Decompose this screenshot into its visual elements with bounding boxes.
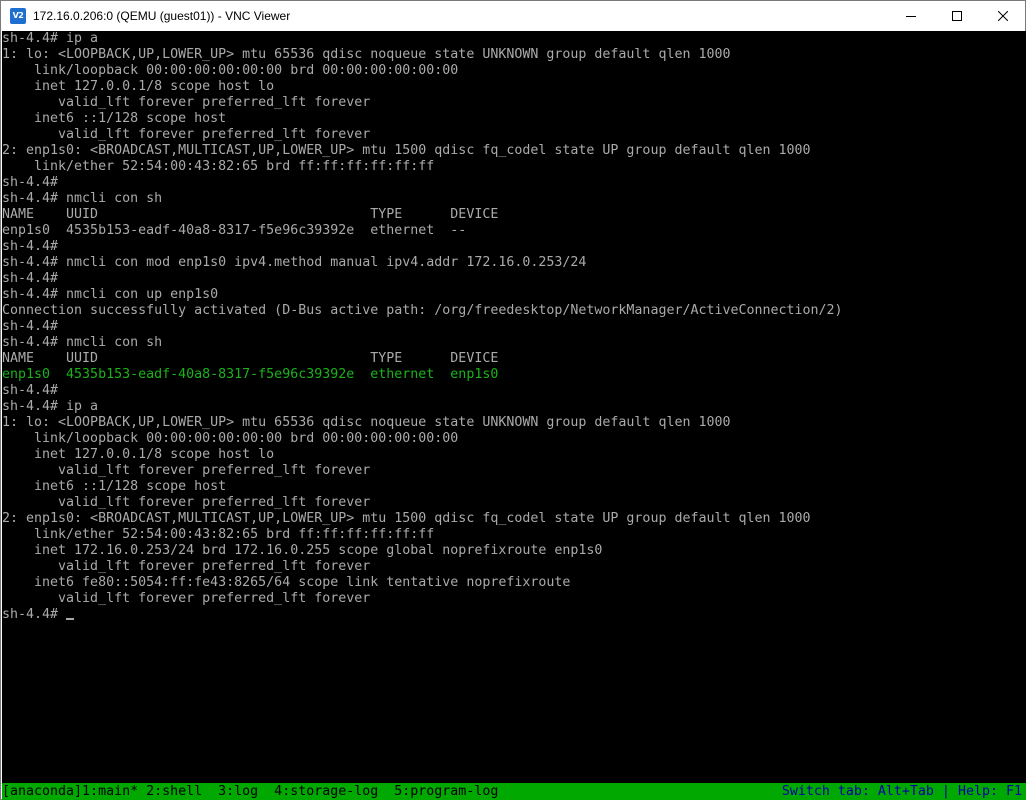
maximize-icon [952, 11, 962, 21]
terminal-line: 1: lo: <LOOPBACK,UP,LOWER_UP> mtu 65536 … [2, 415, 843, 431]
maximize-button[interactable] [934, 1, 980, 31]
terminal-line: enp1s0 4535b153-eadf-40a8-8317-f5e96c393… [2, 367, 843, 383]
remote-terminal-screen[interactable]: sh-4.4# ip a 1: lo: <LOOPBACK,UP,LOWER_UP… [2, 31, 1026, 800]
terminal-output: sh-4.4# ip a 1: lo: <LOOPBACK,UP,LOWER_UP… [2, 31, 843, 623]
terminal-line-text: link/ether 52:54:00:43:82:65 brd ff:ff:f… [2, 527, 435, 542]
close-icon [998, 11, 1008, 21]
status-tabs: [anaconda]1:main* 2:shell 3:log 4:storag… [2, 784, 499, 799]
terminal-line-text: sh-4.4# [2, 271, 59, 286]
terminal-line: link/ether 52:54:00:43:82:65 brd ff:ff:f… [2, 527, 843, 543]
terminal-line: link/loopback 00:00:00:00:00:00 brd 00:0… [2, 431, 843, 447]
terminal-line-text: valid_lft forever preferred_lft forever [2, 495, 371, 510]
terminal-line: inet 127.0.0.1/8 scope host lo [2, 447, 843, 463]
terminal-line-text: inet 172.16.0.253/24 brd 172.16.0.255 sc… [2, 543, 603, 558]
terminal-line: sh-4.4# [2, 319, 843, 335]
terminal-line: valid_lft forever preferred_lft forever [2, 591, 843, 607]
terminal-line: NAME UUID TYPE DEVICE [2, 207, 843, 223]
terminal-line-text: link/loopback 00:00:00:00:00:00 brd 00:0… [2, 63, 459, 78]
text-cursor [66, 618, 75, 620]
close-button[interactable] [980, 1, 1026, 31]
terminal-line: 1: lo: <LOOPBACK,UP,LOWER_UP> mtu 65536 … [2, 47, 843, 63]
terminal-line: valid_lft forever preferred_lft forever [2, 559, 843, 575]
terminal-line: sh-4.4# nmcli con sh [2, 191, 843, 207]
terminal-line-text: sh-4.4# [2, 383, 59, 398]
terminal-line-text: link/ether 52:54:00:43:82:65 brd ff:ff:f… [2, 159, 435, 174]
terminal-line-text: inet6 ::1/128 scope host [2, 111, 227, 126]
terminal-line-text: Connection successfully activated (D-Bus… [2, 303, 843, 318]
terminal-line-text: 2: enp1s0: <BROADCAST,MULTICAST,UP,LOWER… [2, 143, 811, 158]
terminal-line-text: valid_lft forever preferred_lft forever [2, 591, 371, 606]
terminal-line: valid_lft forever preferred_lft forever [2, 463, 843, 479]
terminal-line-text: inet 127.0.0.1/8 scope host lo [2, 447, 275, 462]
terminal-line: inet6 fe80::5054:ff:fe43:8265/64 scope l… [2, 575, 843, 591]
terminal-line: 2: enp1s0: <BROADCAST,MULTICAST,UP,LOWER… [2, 143, 843, 159]
terminal-line: 2: enp1s0: <BROADCAST,MULTICAST,UP,LOWER… [2, 511, 843, 527]
terminal-line-text: valid_lft forever preferred_lft forever [2, 463, 371, 478]
terminal-line: sh-4.4# nmcli con sh [2, 335, 843, 351]
terminal-line-text: sh-4.4# nmcli con sh [2, 335, 163, 350]
terminal-line: valid_lft forever preferred_lft forever [2, 495, 843, 511]
terminal-line-text: valid_lft forever preferred_lft forever [2, 559, 371, 574]
terminal-line-text: sh-4.4# nmcli con sh [2, 191, 163, 206]
terminal-line: sh-4.4# [2, 239, 843, 255]
terminal-line-text: enp1s0 4535b153-eadf-40a8-8317-f5e96c393… [2, 223, 467, 238]
terminal-line-text: enp1s0 4535b153-eadf-40a8-8317-f5e96c393… [2, 367, 499, 382]
terminal-line: sh-4.4# [2, 271, 843, 287]
terminal-line: sh-4.4# ip a [2, 399, 843, 415]
terminal-line: Connection successfully activated (D-Bus… [2, 303, 843, 319]
terminal-line-text: sh-4.4# [2, 175, 59, 190]
terminal-line-text: valid_lft forever preferred_lft forever [2, 95, 371, 110]
terminal-line: link/ether 52:54:00:43:82:65 brd ff:ff:f… [2, 159, 843, 175]
terminal-line-text: sh-4.4# [2, 239, 59, 254]
terminal-line: enp1s0 4535b153-eadf-40a8-8317-f5e96c393… [2, 223, 843, 239]
terminal-line: link/loopback 00:00:00:00:00:00 brd 00:0… [2, 63, 843, 79]
terminal-line-text: sh-4.4# nmcli con mod enp1s0 ipv4.method… [2, 255, 587, 270]
terminal-line: NAME UUID TYPE DEVICE [2, 351, 843, 367]
terminal-line: sh-4.4# [2, 607, 843, 623]
tmux-status-bar: [anaconda]1:main* 2:shell 3:log 4:storag… [2, 783, 1026, 800]
terminal-line-text: inet6 ::1/128 scope host [2, 479, 227, 494]
terminal-line-text: sh-4.4# [2, 607, 67, 622]
terminal-line: sh-4.4# [2, 383, 843, 399]
terminal-line-text: NAME UUID TYPE DEVICE [2, 351, 499, 366]
terminal-line: sh-4.4# [2, 175, 843, 191]
status-help: Switch tab: Alt+Tab | Help: F1 [781, 784, 1022, 799]
window-title: 172.16.0.206:0 (QEMU (guest01)) - VNC Vi… [33, 9, 291, 23]
terminal-line-text: sh-4.4# ip a [2, 31, 99, 46]
terminal-line-text: valid_lft forever preferred_lft forever [2, 127, 371, 142]
terminal-line: valid_lft forever preferred_lft forever [2, 127, 843, 143]
terminal-line-text: 1: lo: <LOOPBACK,UP,LOWER_UP> mtu 65536 … [2, 47, 731, 62]
terminal-line: inet6 ::1/128 scope host [2, 479, 843, 495]
title-bar[interactable]: V2 172.16.0.206:0 (QEMU (guest01)) - VNC… [1, 1, 1025, 31]
terminal-line: inet 172.16.0.253/24 brd 172.16.0.255 sc… [2, 543, 843, 559]
vnc-viewer-icon[interactable]: V2 [10, 8, 26, 24]
terminal-line: sh-4.4# nmcli con mod enp1s0 ipv4.method… [2, 255, 843, 271]
terminal-line-text: sh-4.4# nmcli con up enp1s0 [2, 287, 219, 302]
terminal-line: valid_lft forever preferred_lft forever [2, 95, 843, 111]
terminal-line: sh-4.4# ip a [2, 31, 843, 47]
minimize-button[interactable] [888, 1, 934, 31]
terminal-line-text: NAME UUID TYPE DEVICE [2, 207, 499, 222]
terminal-line-text: 1: lo: <LOOPBACK,UP,LOWER_UP> mtu 65536 … [2, 415, 731, 430]
terminal-line-text: inet 127.0.0.1/8 scope host lo [2, 79, 275, 94]
terminal-line: sh-4.4# nmcli con up enp1s0 [2, 287, 843, 303]
terminal-line-text: sh-4.4# ip a [2, 399, 99, 414]
minimize-icon [906, 16, 916, 17]
terminal-line-text: link/loopback 00:00:00:00:00:00 brd 00:0… [2, 431, 459, 446]
terminal-line: inet6 ::1/128 scope host [2, 111, 843, 127]
terminal-line-text: sh-4.4# [2, 319, 59, 334]
vnc-viewer-window: V2 172.16.0.206:0 (QEMU (guest01)) - VNC… [0, 0, 1026, 800]
terminal-line-text: inet6 fe80::5054:ff:fe43:8265/64 scope l… [2, 575, 571, 590]
terminal-line: inet 127.0.0.1/8 scope host lo [2, 79, 843, 95]
terminal-line-text: 2: enp1s0: <BROADCAST,MULTICAST,UP,LOWER… [2, 511, 811, 526]
